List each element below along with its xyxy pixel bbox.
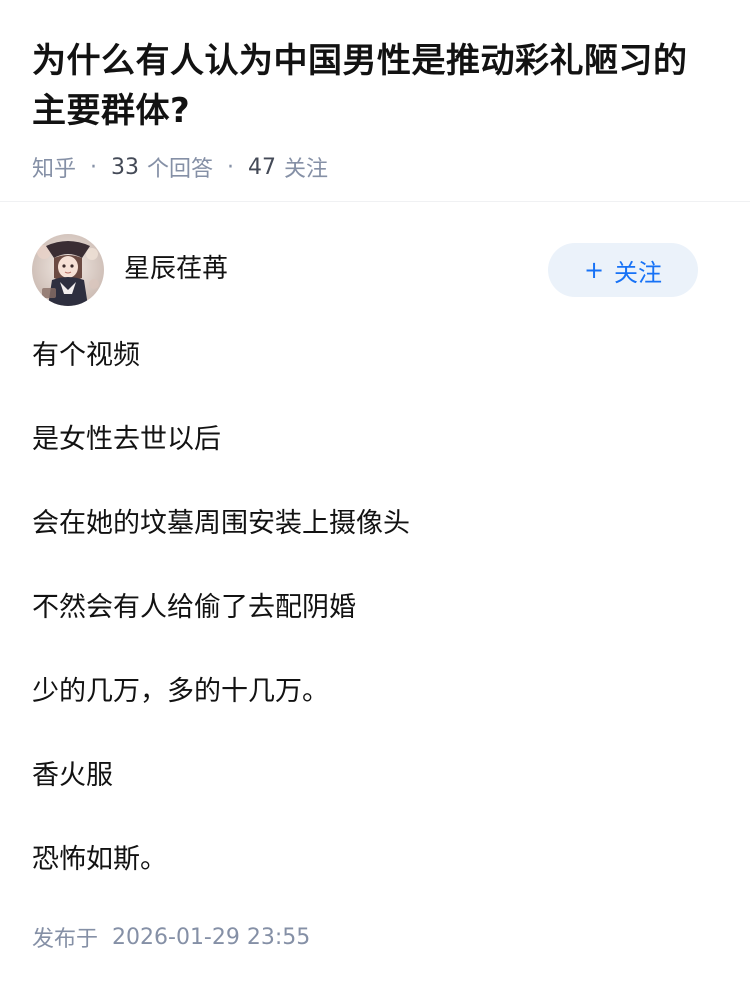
avatar-anime-girl-icon — [32, 234, 104, 306]
question-title[interactable]: 为什么有人认为中国男性是推动彩礼陋习的主要群体? — [32, 36, 718, 136]
separator-dot: · — [90, 154, 98, 180]
answer-page: 为什么有人认为中国男性是推动彩礼陋习的主要群体? 知乎 · 33 个回答 · 4… — [0, 0, 750, 988]
author-name[interactable]: 星辰荏苒 — [124, 248, 548, 285]
follower-count: 47 — [248, 154, 277, 180]
answer-count: 33 — [111, 154, 140, 180]
published-label: 发布于 — [32, 927, 99, 952]
answer-count-label[interactable]: 个回答 — [147, 151, 213, 183]
avatar[interactable] — [32, 234, 104, 306]
separator-dot: · — [227, 154, 235, 180]
paragraph: 少的几万，多的十几万。 — [32, 676, 329, 707]
follow-button[interactable]: + 关注 — [548, 243, 698, 297]
paragraph: 恐怖如斯。 — [32, 844, 167, 875]
question-header: 为什么有人认为中国男性是推动彩礼陋习的主要群体? 知乎 · 33 个回答 · 4… — [0, 0, 750, 184]
paragraph: 会在她的坟墓周围安装上摄像头 — [32, 508, 410, 539]
source-label[interactable]: 知乎 — [32, 151, 76, 183]
paragraph: 是女性去世以后 — [32, 424, 221, 455]
published-time: 2026-01-29 23:55 — [112, 924, 311, 950]
paragraph: 不然会有人给偷了去配阴婚 — [32, 592, 356, 623]
answer-content: 有个视频 是女性去世以后 会在她的坟墓周围安装上摄像头 不然会有人给偷了去配阴婚… — [32, 336, 718, 924]
publish-info: 发布于 2026-01-29 23:55 — [32, 920, 310, 954]
answer-header: 星辰荏苒 + 关注 — [32, 234, 698, 306]
question-meta: 知乎 · 33 个回答 · 47 关注 — [32, 150, 718, 184]
plus-icon: + — [583, 256, 605, 284]
author-row: 星辰荏苒 + 关注 — [32, 234, 698, 306]
follower-count-label: 关注 — [284, 157, 329, 182]
paragraph: 有个视频 — [32, 340, 140, 371]
divider — [0, 201, 750, 202]
paragraph: 香火服 — [32, 760, 113, 791]
follow-button-label: 关注 — [614, 258, 663, 287]
